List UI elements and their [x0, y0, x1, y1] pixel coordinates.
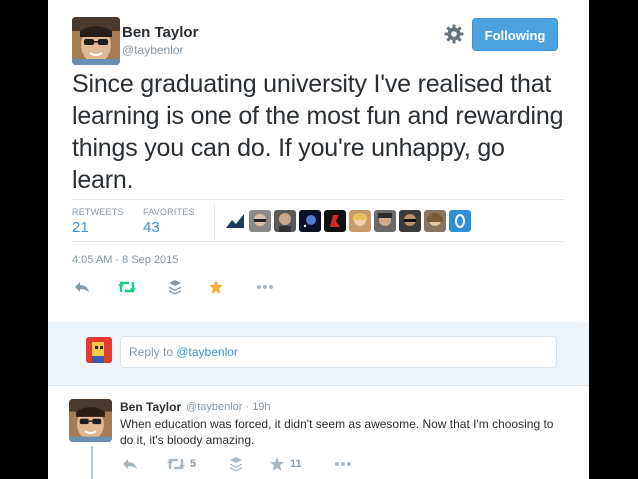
tweet-card: Ben Taylor @taybenlor Following Since gr… [48, 0, 589, 479]
reply-author-avatar[interactable] [69, 399, 112, 442]
gear-icon[interactable] [442, 22, 466, 46]
author-name[interactable]: Ben Taylor [122, 24, 198, 41]
stats-vertical-divider [214, 203, 215, 239]
author-avatar[interactable] [72, 17, 120, 65]
reply-more-icon[interactable] [334, 461, 354, 477]
favoriter-avatar-5[interactable] [324, 210, 346, 232]
black-frame: Ben Taylor @taybenlor Following Since gr… [0, 0, 638, 479]
favoriter-avatars [224, 210, 471, 232]
reply-icon[interactable] [74, 280, 94, 296]
thread-line [91, 446, 93, 479]
favoriter-avatar-6[interactable] [349, 210, 371, 232]
reply-retweet-count[interactable]: 5 [190, 458, 196, 470]
favoriter-avatar-4[interactable] [299, 210, 321, 232]
retweets-count[interactable]: 21 [72, 219, 89, 236]
favorites-label[interactable]: FAVORITES [143, 207, 195, 217]
reply-reply-icon[interactable] [122, 457, 142, 473]
reply-star-icon[interactable] [269, 456, 289, 472]
favoriter-avatar-10[interactable] [449, 210, 471, 232]
stack-icon[interactable] [168, 279, 188, 295]
reply-retweet-icon[interactable] [166, 457, 186, 473]
reply-prefix: Reply to [129, 345, 177, 359]
favoriter-avatar-2[interactable] [249, 210, 271, 232]
reply-area-bottom-divider [48, 385, 589, 386]
tweet-text: Since graduating university I've realise… [72, 70, 564, 194]
more-icon[interactable] [256, 284, 276, 300]
author-handle[interactable]: @taybenlor [122, 43, 184, 57]
tweet-timestamp[interactable]: 4:05 AM - 8 Sep 2015 [72, 254, 178, 266]
current-user-avatar[interactable] [86, 337, 112, 363]
favorites-count[interactable]: 43 [143, 219, 160, 236]
favoriter-avatar-9[interactable] [424, 210, 446, 232]
retweets-label[interactable]: RETWEETS [72, 207, 124, 217]
following-button[interactable]: Following [472, 18, 558, 51]
reply-favorite-count[interactable]: 11 [290, 458, 302, 470]
favoriter-avatar-3[interactable] [274, 210, 296, 232]
reply-author-meta[interactable]: @taybenlor · 19h [186, 401, 271, 413]
stats-bottom-divider [72, 241, 565, 242]
reply-stack-icon[interactable] [229, 456, 249, 472]
favoriter-avatar-1[interactable] [224, 210, 246, 232]
retweet-icon[interactable] [117, 280, 137, 296]
reply-text: When education was forced, it didn't see… [120, 417, 554, 447]
reply-mention: @taybenlor [176, 345, 238, 359]
reply-input[interactable]: Reply to @taybenlor [120, 336, 557, 368]
reply-author-name[interactable]: Ben Taylor [120, 400, 181, 414]
star-icon[interactable] [208, 279, 228, 295]
favoriter-avatar-8[interactable] [399, 210, 421, 232]
stats-top-divider [72, 199, 565, 200]
favoriter-avatar-7[interactable] [374, 210, 396, 232]
